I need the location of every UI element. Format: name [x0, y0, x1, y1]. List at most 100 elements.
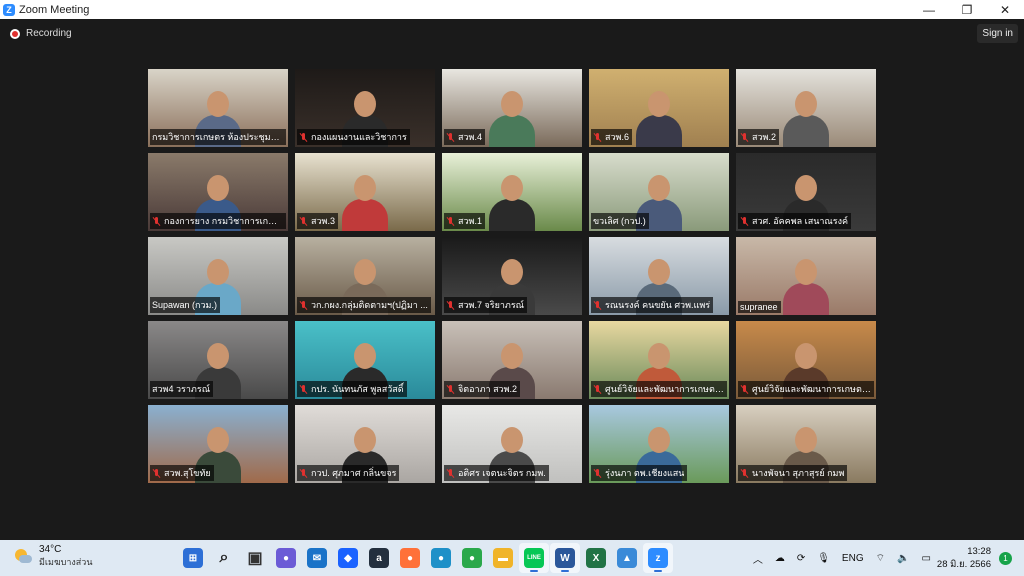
notification-badge[interactable]: 1: [999, 551, 1012, 565]
mic-muted-icon: [740, 216, 749, 226]
participant-tile[interactable]: สวพ.4: [442, 69, 582, 147]
participant-tile[interactable]: สวพ.7 จริยาภรณ์: [442, 237, 582, 315]
participant-head: [501, 427, 523, 453]
participant-tile[interactable]: กรมวิชาการเกษตร ห้องประชุม201: [148, 69, 288, 147]
taskbar-app-edge[interactable]: ●: [426, 543, 456, 573]
taskbar-app-start[interactable]: ⊞: [178, 543, 208, 573]
taskbar-app-word[interactable]: W: [550, 543, 580, 573]
mic-muted-icon: [152, 468, 161, 478]
participant-tile[interactable]: สวพ.2: [736, 69, 876, 147]
mail-icon: ✉: [307, 548, 327, 568]
recording-indicator[interactable]: Recording: [10, 28, 72, 39]
taskbar-app-chrome[interactable]: ●: [457, 543, 487, 573]
participant-name-label: supranee: [738, 301, 781, 313]
excel-icon: X: [586, 548, 606, 568]
clock[interactable]: 13:28 28 มิ.ย. 2566: [937, 545, 991, 571]
participant-head: [501, 343, 523, 369]
taskbar-app-photos[interactable]: ▲: [612, 543, 642, 573]
maximize-button[interactable]: ❐: [948, 0, 986, 19]
participant-head: [354, 91, 376, 117]
taskbar: 34°C มีเมฆบางส่วน ⊞ ⌕ ▣ ● ✉ ◆ a ● ● ● ▬ LINE W X ▲ z ︿ …: [0, 540, 1024, 576]
participant-tile[interactable]: สวพ4 วราภรณ์: [148, 321, 288, 399]
taskbar-app-firefox[interactable]: ●: [395, 543, 425, 573]
participant-name: วก.กผง.กลุ่มติดตามฯ(ปฏิมา ...: [311, 300, 428, 310]
taskbar-app-search[interactable]: ⌕: [209, 543, 239, 573]
taskbar-app-teams-chat[interactable]: ●: [271, 543, 301, 573]
chevron-up-icon[interactable]: ︿: [753, 551, 763, 566]
start-icon: ⊞: [183, 548, 203, 568]
participant-tile[interactable]: กองการยาง กรมวิชาการเกษตร: [148, 153, 288, 231]
volume-icon[interactable]: 🔈: [897, 553, 909, 564]
participant-tile[interactable]: supranee: [736, 237, 876, 315]
signin-button[interactable]: Sign in: [977, 24, 1018, 43]
close-button[interactable]: ✕: [986, 0, 1024, 19]
participant-tile[interactable]: สวพ.6: [589, 69, 729, 147]
participant-name: สวพ4 วราภรณ์: [152, 384, 211, 394]
task-view-icon: ▣: [247, 550, 263, 567]
word-icon: W: [555, 548, 575, 568]
mic-muted-icon: [593, 300, 602, 310]
participant-name-label: ศูนย์วิจัยและพัฒนาการเกษตร...: [738, 381, 874, 397]
participant-tile[interactable]: ขวเลิศ (กวป.): [589, 153, 729, 231]
taskbar-app-amazon[interactable]: a: [364, 543, 394, 573]
weather-temp: 34°C: [39, 544, 62, 555]
participant-tile[interactable]: ศูนย์วิจัยและพัฒนาการเกษตร ...: [589, 321, 729, 399]
taskbar-app-task-view[interactable]: ▣: [240, 543, 270, 573]
participant-head: [795, 175, 817, 201]
participant-body: [636, 115, 682, 147]
language-indicator[interactable]: ENG: [842, 553, 864, 564]
participant-name: สวพ.4: [458, 132, 482, 142]
taskbar-app-line[interactable]: LINE: [519, 543, 549, 573]
participant-name-label: สวพ.7 จริยาภรณ์: [444, 297, 528, 313]
participant-tile[interactable]: รุ่งนภา ตพ.เชียงแสน: [589, 405, 729, 483]
mic-muted-icon: [740, 132, 749, 142]
participant-name-label: วก.กผง.กลุ่มติดตามฯ(ปฏิมา ...: [297, 297, 431, 313]
participant-name-label: สวพ.4: [444, 129, 485, 145]
wifi-icon[interactable]: ⌔: [876, 552, 885, 565]
participant-tile[interactable]: กองแผนงานและวิชาการ: [295, 69, 435, 147]
participant-name-label: ศูนย์วิจัยและพัฒนาการเกษตร ...: [591, 381, 727, 397]
participant-head: [648, 259, 670, 285]
taskbar-app-zoom[interactable]: z: [643, 543, 673, 573]
system-tray: ︿ ☁ ⟳ 🎙 ENG ⌔ 🔈 ▭ 13:28 28 มิ.ย. 2566 1: [747, 540, 1024, 576]
taskbar-app-mail[interactable]: ✉: [302, 543, 332, 573]
participant-tile[interactable]: กวป. ศุภมาศ กลิ่นขจร: [295, 405, 435, 483]
taskbar-app-file-explorer[interactable]: ▬: [488, 543, 518, 573]
gallery-grid: กรมวิชาการเกษตร ห้องประชุม201 กองแผนงานแล…: [148, 69, 876, 489]
participant-name-label: สวพ.6: [591, 129, 632, 145]
participant-tile[interactable]: อติศร เจตนะจิตร กมพ.: [442, 405, 582, 483]
taskbar-app-dropbox[interactable]: ◆: [333, 543, 363, 573]
participant-name: จิตอาภา สวพ.2: [458, 384, 518, 394]
zoom-icon: z: [648, 548, 668, 568]
participant-tile[interactable]: สวศ. อัคคพล เสนาณรงค์: [736, 153, 876, 231]
participant-tile[interactable]: ศูนย์วิจัยและพัฒนาการเกษตร...: [736, 321, 876, 399]
mic-muted-icon: [299, 468, 308, 478]
participant-head: [501, 91, 523, 117]
participant-tile[interactable]: วก.กผง.กลุ่มติดตามฯ(ปฏิมา ...: [295, 237, 435, 315]
microphone-icon[interactable]: 🎙: [817, 553, 830, 564]
participant-tile[interactable]: Supawan (กวม.): [148, 237, 288, 315]
sync-icon[interactable]: ⟳: [797, 553, 805, 564]
participant-tile[interactable]: รณนรงค์ คนขยัน ศวพ.แพร่: [589, 237, 729, 315]
participant-tile[interactable]: กปร. นันทนภัส พูลสวัสดิ์: [295, 321, 435, 399]
participant-tile[interactable]: สวพ.3: [295, 153, 435, 231]
clock-date: 28 มิ.ย. 2566: [936, 559, 991, 570]
weather-widget[interactable]: 34°C มีเมฆบางส่วน: [14, 544, 92, 569]
participant-name-label: รณนรงค์ คนขยัน ศวพ.แพร่: [591, 297, 714, 313]
participant-tile[interactable]: สวพ.สุโขทัย: [148, 405, 288, 483]
participant-video: [489, 91, 535, 147]
participant-name: อติศร เจตนะจิตร กมพ.: [458, 468, 546, 478]
participant-name: กองแผนงานและวิชาการ: [311, 132, 407, 142]
battery-icon[interactable]: ▭: [921, 553, 930, 564]
minimize-button[interactable]: —: [910, 0, 948, 19]
mic-muted-icon: [446, 300, 455, 310]
participant-tile[interactable]: สวพ.1: [442, 153, 582, 231]
participant-tile[interactable]: จิตอาภา สวพ.2: [442, 321, 582, 399]
onedrive-icon[interactable]: ☁: [775, 553, 785, 564]
participant-tile[interactable]: นางพัจนา สุภาสุรย์ กมพ: [736, 405, 876, 483]
recording-icon: [10, 28, 20, 39]
taskbar-app-excel[interactable]: X: [581, 543, 611, 573]
participant-name: กปร. นันทนภัส พูลสวัสดิ์: [311, 384, 404, 394]
participant-name: สวพ.6: [605, 132, 629, 142]
mic-muted-icon: [446, 216, 455, 226]
